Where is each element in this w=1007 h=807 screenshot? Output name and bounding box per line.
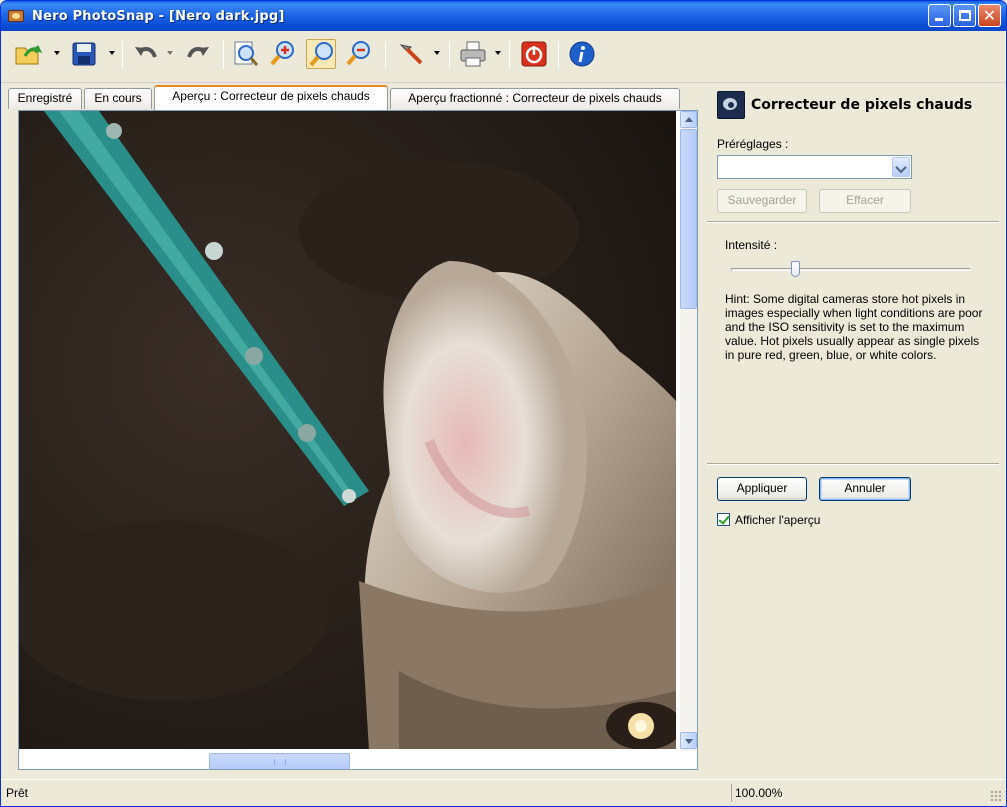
save-icon xyxy=(72,42,96,66)
minimize-icon xyxy=(935,18,943,21)
vertical-scroll-thumb[interactable] xyxy=(680,129,697,309)
panel-title: Correcteur de pixels chauds xyxy=(751,97,973,113)
chevron-down-icon[interactable] xyxy=(892,157,910,177)
horizontal-scroll-thumb[interactable] xyxy=(209,753,350,769)
print-button[interactable] xyxy=(458,39,488,69)
redo-button[interactable] xyxy=(183,39,213,69)
zoom-out-button[interactable] xyxy=(344,39,374,69)
exit-button[interactable] xyxy=(519,39,549,69)
status-bar: Prêt 100.00% xyxy=(1,779,1006,806)
toolbar-separator xyxy=(223,41,224,69)
scroll-down-button[interactable] xyxy=(680,732,697,749)
show-preview-checkbox[interactable] xyxy=(717,513,730,526)
divider xyxy=(707,463,999,465)
filter-panel: Correcteur de pixels chauds Préréglages … xyxy=(707,85,999,775)
about-icon xyxy=(569,41,595,67)
zoom-icon xyxy=(309,42,333,67)
presets-label: Préréglages : xyxy=(717,137,789,151)
horizontal-scrollbar[interactable] xyxy=(19,749,676,769)
maximize-icon xyxy=(959,10,971,21)
hint-text: Hint: Some digital cameras store hot pix… xyxy=(725,292,983,362)
close-icon: ✕ xyxy=(982,6,997,25)
hot-pixel-icon xyxy=(717,91,745,119)
toolbar-separator xyxy=(509,41,510,69)
maximize-button[interactable] xyxy=(953,4,976,27)
tools-button[interactable] xyxy=(395,39,425,69)
intensity-slider-track[interactable] xyxy=(731,268,971,271)
photo-image xyxy=(19,111,676,751)
panel-header: Correcteur de pixels chauds xyxy=(717,90,972,120)
minimize-button[interactable] xyxy=(928,4,951,27)
tab-current[interactable]: En cours xyxy=(84,88,152,109)
exit-icon xyxy=(521,41,547,67)
zoom-in-icon xyxy=(270,41,294,66)
toolbar-separator xyxy=(385,41,386,69)
vertical-scrollbar[interactable] xyxy=(680,111,697,751)
image-viewport[interactable] xyxy=(18,110,698,770)
status-text: Prêt xyxy=(6,786,29,800)
fit-to-window-button[interactable] xyxy=(231,39,261,69)
tools-icon xyxy=(399,44,423,65)
tab-saved[interactable]: Enregistré xyxy=(8,88,82,109)
print-dropdown-arrow[interactable] xyxy=(495,51,502,55)
app-icon xyxy=(8,8,26,24)
save-dropdown-arrow[interactable] xyxy=(109,51,116,55)
chevron-down-icon xyxy=(685,739,693,744)
divider xyxy=(707,221,999,223)
zoom-button[interactable] xyxy=(306,39,336,69)
undo-button[interactable] xyxy=(131,39,161,69)
zoom-in-button[interactable] xyxy=(268,39,298,69)
tab-split-preview[interactable]: Aperçu fractionné : Correcteur de pixels… xyxy=(390,88,680,109)
toolbar-separator xyxy=(449,41,450,69)
open-icon xyxy=(15,45,43,65)
chevron-up-icon xyxy=(685,117,693,122)
close-button[interactable]: ✕ xyxy=(978,4,1001,27)
print-icon xyxy=(460,41,486,67)
scroll-up-button[interactable] xyxy=(680,111,697,128)
zoom-level: 100.00% xyxy=(731,784,971,802)
save-preset-button[interactable]: Sauvegarder xyxy=(717,189,807,213)
app-window: Nero PhotoSnap - [Nero dark.jpg] ✕ Enreg… xyxy=(0,0,1007,807)
tab-preview[interactable]: Aperçu : Correcteur de pixels chauds xyxy=(154,85,388,110)
toolbar-separator xyxy=(122,41,123,69)
redo-icon xyxy=(187,47,209,58)
about-button[interactable] xyxy=(567,39,597,69)
undo-dropdown-arrow[interactable] xyxy=(167,51,174,55)
undo-icon xyxy=(135,47,157,58)
presets-dropdown[interactable] xyxy=(717,155,912,179)
fit-to-window-icon xyxy=(234,41,259,66)
delete-preset-button[interactable]: Effacer xyxy=(819,189,911,213)
open-button[interactable] xyxy=(13,39,43,69)
open-dropdown-arrow[interactable] xyxy=(54,51,61,55)
toolbar xyxy=(1,31,1006,83)
apply-button[interactable]: Appliquer xyxy=(717,477,807,501)
intensity-slider-thumb[interactable] xyxy=(791,261,800,277)
window-title: Nero PhotoSnap - [Nero dark.jpg] xyxy=(32,8,285,24)
title-bar[interactable]: Nero PhotoSnap - [Nero dark.jpg] ✕ xyxy=(1,1,1006,31)
resize-grip[interactable] xyxy=(990,790,1002,802)
show-preview-label[interactable]: Afficher l'aperçu xyxy=(735,513,820,527)
toolbar-separator xyxy=(558,41,559,69)
intensity-label: Intensité : xyxy=(725,238,778,252)
zoom-out-icon xyxy=(346,41,370,66)
tools-dropdown-arrow[interactable] xyxy=(434,51,441,55)
save-button[interactable] xyxy=(69,39,99,69)
cancel-button[interactable]: Annuler xyxy=(819,477,911,501)
